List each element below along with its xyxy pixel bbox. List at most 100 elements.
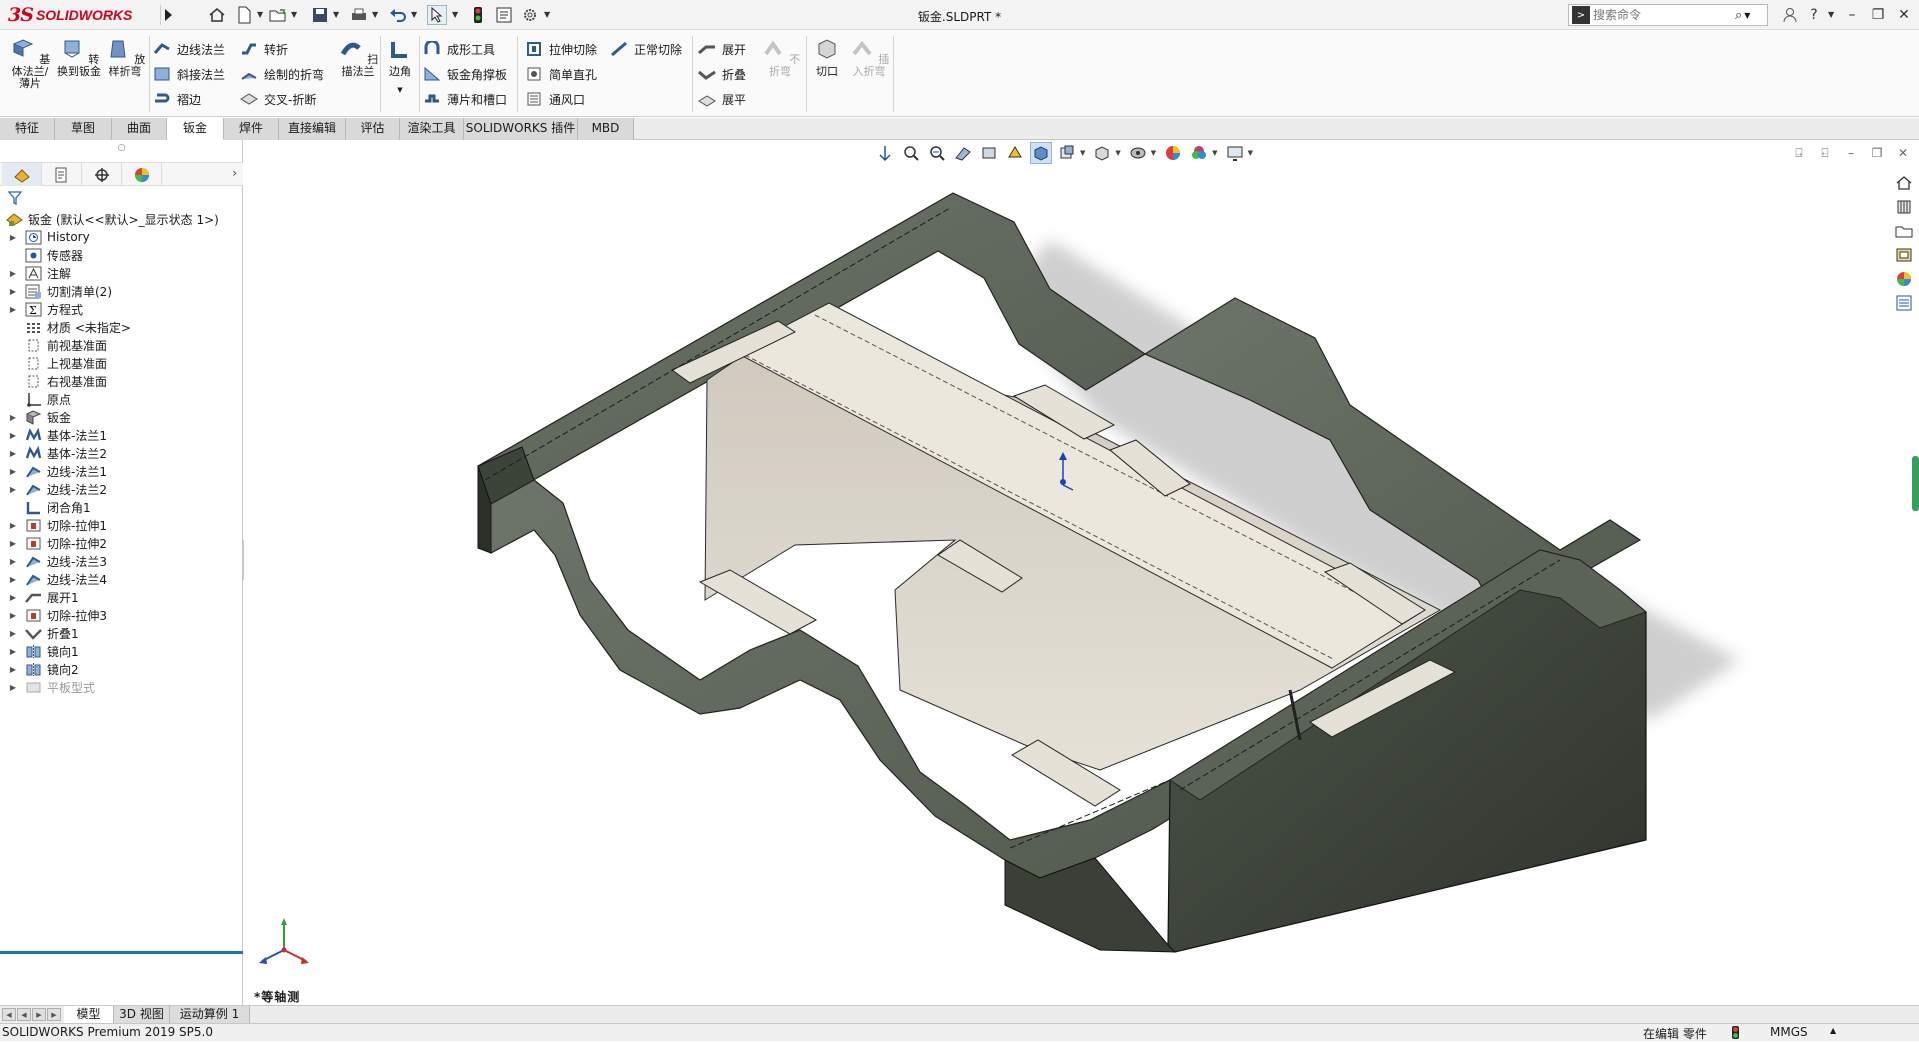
tab-surfaces[interactable]: 曲面	[112, 118, 167, 140]
help-icon[interactable]: ?	[1802, 4, 1826, 26]
configuration-manager-tab-icon[interactable]	[82, 163, 122, 186]
expand-arrow-icon[interactable]: ▶	[8, 629, 18, 638]
view-palette-icon[interactable]	[1891, 244, 1917, 266]
expand-arrow-icon[interactable]: ▶	[8, 665, 18, 674]
tree-item[interactable]: ▶ 边线-法兰3	[0, 552, 243, 570]
sheet-metal-gusset-button[interactable]: 钣金角撑板	[423, 64, 507, 84]
chevron-down-icon[interactable]: ▼	[291, 10, 297, 19]
filter-icon[interactable]	[8, 191, 22, 205]
tab-weldments[interactable]: 焊件	[224, 118, 279, 140]
tab-sketch[interactable]: 草图	[55, 118, 112, 140]
search-input[interactable]	[1593, 8, 1733, 22]
chevron-down-icon[interactable]: ▼	[383, 84, 417, 96]
design-library-icon[interactable]	[1891, 196, 1917, 218]
tree-item[interactable]: 前视基准面	[0, 336, 243, 354]
chevron-down-icon[interactable]: ▼	[411, 10, 417, 19]
expand-arrow-icon[interactable]: ▶	[8, 233, 18, 242]
tree-item[interactable]: ▶ 镜向1	[0, 642, 243, 660]
tab-evaluate[interactable]: 评估	[346, 118, 400, 140]
first-tab-icon[interactable]: ◀	[2, 1008, 16, 1021]
tab-direct-editing[interactable]: 直接编辑	[279, 118, 346, 140]
tree-item[interactable]: ▶ 基体-法兰1	[0, 426, 243, 444]
expand-arrow-icon[interactable]: ▶	[8, 521, 18, 530]
expand-arrow-icon[interactable]: ▶	[8, 683, 18, 692]
chevron-right-icon[interactable]: ›	[232, 166, 237, 180]
tab-3d-views[interactable]: 3D 视图	[114, 1006, 170, 1024]
expand-arrow-icon[interactable]: ▶	[8, 305, 18, 314]
chevron-down-icon[interactable]: ▼	[1212, 149, 1217, 157]
chevron-up-icon[interactable]: ▲	[1830, 1026, 1836, 1035]
zoom-to-fit-icon[interactable]	[874, 142, 896, 164]
tab-model[interactable]: 模型	[64, 1006, 114, 1024]
view-orientation-icon[interactable]	[1004, 142, 1026, 164]
chevron-down-icon[interactable]: ▼	[1248, 149, 1253, 157]
tree-item[interactable]: 材质 <未指定>	[0, 318, 243, 336]
zoom-to-area-icon[interactable]	[900, 142, 922, 164]
select-pointer-icon[interactable]	[427, 5, 447, 25]
tree-root-part[interactable]: 钣金 (默认<<默认>_显示状态 1>)	[0, 210, 243, 228]
tree-item[interactable]: ▶ 展开1	[0, 588, 243, 606]
chevron-down-icon[interactable]: ▼	[257, 10, 263, 19]
display-manager-tab-icon[interactable]	[122, 163, 162, 186]
chevron-down-icon[interactable]: ▼	[452, 10, 458, 19]
viewport-close-icon[interactable]: ✕	[1894, 145, 1912, 161]
fold-button[interactable]: 折叠	[698, 64, 746, 84]
section-view-icon[interactable]	[952, 142, 974, 164]
tab-pad[interactable]	[698, 569, 818, 635]
solidworks-logo[interactable]: 3S SOLIDWORKS	[8, 4, 158, 26]
tree-item[interactable]: ▶ 切除-拉伸1	[0, 516, 243, 534]
save-icon[interactable]	[310, 5, 330, 25]
tree-item[interactable]: ▶ 折叠1	[0, 624, 243, 642]
search-icon[interactable]: ⌕	[1735, 8, 1742, 23]
tree-item[interactable]: ▶ 边线-法兰4	[0, 570, 243, 588]
close-window-icon[interactable]: ✕	[1892, 4, 1916, 26]
home-icon[interactable]	[207, 5, 227, 25]
last-tab-icon[interactable]: ▶	[47, 1008, 61, 1021]
tree-item[interactable]: 传感器	[0, 246, 243, 264]
viewport-tile-left-icon[interactable]: ⍈	[1790, 145, 1808, 161]
corners-button[interactable]: 边角 ▼	[383, 38, 417, 96]
open-folder-icon[interactable]	[268, 5, 288, 25]
gear-icon[interactable]	[520, 5, 540, 25]
rip-button[interactable]: 切口	[810, 38, 844, 78]
display-style-icon[interactable]	[1030, 142, 1052, 164]
render-colors-icon[interactable]	[1162, 142, 1184, 164]
tree-filter[interactable]	[0, 187, 243, 209]
tree-item[interactable]: 右视基准面	[0, 372, 243, 390]
tree-item[interactable]: ▶ 平板型式	[0, 678, 243, 696]
expand-arrow-icon[interactable]: ▶	[8, 449, 18, 458]
sheet-metal-part-model[interactable]	[244, 140, 1919, 1005]
new-document-icon[interactable]	[234, 5, 254, 25]
chevron-down-icon[interactable]: ▼	[333, 10, 339, 19]
expand-arrow-icon[interactable]: ▶	[8, 647, 18, 656]
cross-break-button[interactable]: 交叉-折断	[240, 89, 316, 109]
convert-to-sheet-metal-button[interactable]: 转换到钣金	[57, 38, 101, 78]
previous-tab-icon[interactable]: ◀	[17, 1008, 31, 1021]
restore-window-icon[interactable]: ❐	[1866, 4, 1890, 26]
no-bends-button[interactable]: 不折弯	[758, 38, 802, 78]
jog-button[interactable]: 转折	[240, 39, 288, 59]
chevron-down-icon[interactable]: ▼	[372, 10, 378, 19]
tab-sheet-metal[interactable]: 钣金	[167, 118, 224, 140]
custom-properties-icon[interactable]	[1891, 292, 1917, 314]
minimize-window-icon[interactable]: –	[1840, 4, 1864, 26]
rollback-bar[interactable]	[0, 951, 243, 954]
graphics-area[interactable]: ▼ ▼ ▼ ▼ ▼ ⍈ ⍇ – ❐ ✕ *等轴测	[244, 140, 1919, 1005]
tab-mbd[interactable]: MBD	[578, 118, 634, 140]
user-icon[interactable]	[1778, 4, 1802, 26]
tree-item[interactable]: ▶ 边线-法兰1	[0, 462, 243, 480]
expand-arrow-icon[interactable]: ▶	[8, 557, 18, 566]
panel-grip[interactable]: ○	[0, 140, 243, 162]
feature-manager-tab-icon[interactable]	[2, 163, 42, 186]
apply-scene-icon[interactable]	[1127, 142, 1149, 164]
sketched-bend-button[interactable]: 绘制的折弯	[240, 64, 324, 84]
scroll-thumb[interactable]	[1912, 456, 1919, 511]
normal-cut-button[interactable]: 正常切除	[610, 39, 682, 59]
print-icon[interactable]	[349, 5, 369, 25]
previous-view-icon[interactable]	[926, 142, 948, 164]
tree-item[interactable]: 上视基准面	[0, 354, 243, 372]
swept-flange-button[interactable]: 扫描法兰	[336, 38, 380, 78]
chevron-down-icon[interactable]: ▼	[1080, 149, 1085, 157]
tree-item[interactable]: ▶ 镜向2	[0, 660, 243, 678]
hem-button[interactable]: 褶边	[153, 89, 201, 109]
